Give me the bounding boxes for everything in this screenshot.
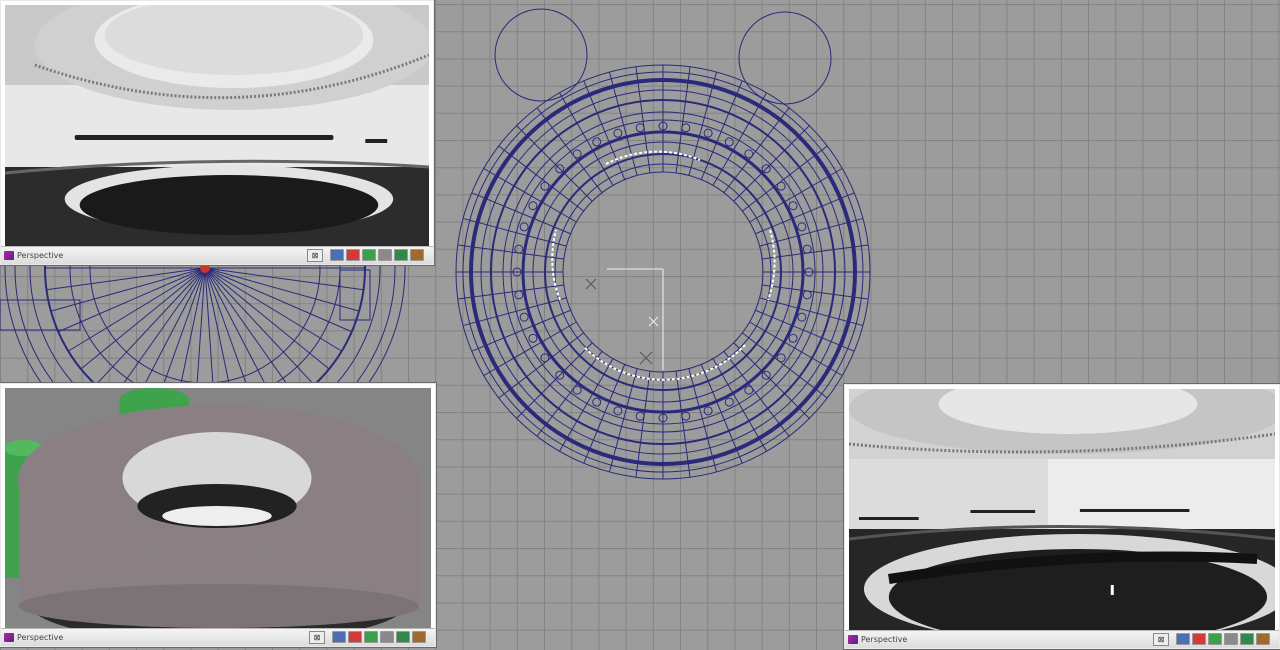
lighting-icon[interactable] bbox=[364, 631, 378, 643]
lighting-icon[interactable] bbox=[362, 249, 376, 261]
perspective-icon bbox=[4, 633, 14, 642]
textured-mode-icon[interactable] bbox=[1192, 633, 1206, 645]
fly-icon[interactable] bbox=[1240, 633, 1254, 645]
wire-sphere-left bbox=[494, 8, 588, 102]
viewport-titlebar: Perspective ⊠ bbox=[1, 246, 433, 264]
perspective-icon bbox=[4, 251, 14, 260]
shaded-mode-icon[interactable] bbox=[332, 631, 346, 643]
pivot-markers bbox=[585, 268, 664, 370]
camera-icon[interactable] bbox=[1224, 633, 1238, 645]
viewport-render[interactable] bbox=[5, 388, 431, 628]
perspective-icon bbox=[848, 635, 858, 644]
perspective-viewport-top-left[interactable]: Perspective ⊠ bbox=[0, 0, 434, 265]
fly-icon[interactable] bbox=[396, 631, 410, 643]
walk-icon[interactable] bbox=[410, 249, 424, 261]
close-icon[interactable]: ⊠ bbox=[309, 631, 325, 644]
shaded-mode-icon[interactable] bbox=[1176, 633, 1190, 645]
viewport-render[interactable] bbox=[5, 5, 429, 246]
viewport-titlebar: Perspective ⊠ bbox=[845, 630, 1279, 648]
close-icon[interactable]: ⊠ bbox=[1153, 633, 1169, 646]
walk-icon[interactable] bbox=[1256, 633, 1270, 645]
fly-icon[interactable] bbox=[394, 249, 408, 261]
viewport-render[interactable] bbox=[849, 389, 1275, 630]
viewport-title: Perspective bbox=[17, 633, 64, 642]
viewport-titlebar: Perspective ⊠ bbox=[1, 628, 435, 646]
perspective-viewport-bottom-left[interactable]: Perspective ⊠ bbox=[0, 383, 436, 647]
walk-icon[interactable] bbox=[412, 631, 426, 643]
lighting-icon[interactable] bbox=[1208, 633, 1222, 645]
camera-icon[interactable] bbox=[380, 631, 394, 643]
camera-icon[interactable] bbox=[378, 249, 392, 261]
viewport-title: Perspective bbox=[861, 635, 908, 644]
perspective-viewport-bottom-right[interactable]: Perspective ⊠ bbox=[844, 384, 1280, 649]
wire-sphere-right bbox=[738, 11, 832, 105]
textured-mode-icon[interactable] bbox=[346, 249, 360, 261]
textured-mode-icon[interactable] bbox=[348, 631, 362, 643]
viewport-title: Perspective bbox=[17, 251, 64, 260]
shaded-mode-icon[interactable] bbox=[330, 249, 344, 261]
close-icon[interactable]: ⊠ bbox=[307, 249, 323, 262]
